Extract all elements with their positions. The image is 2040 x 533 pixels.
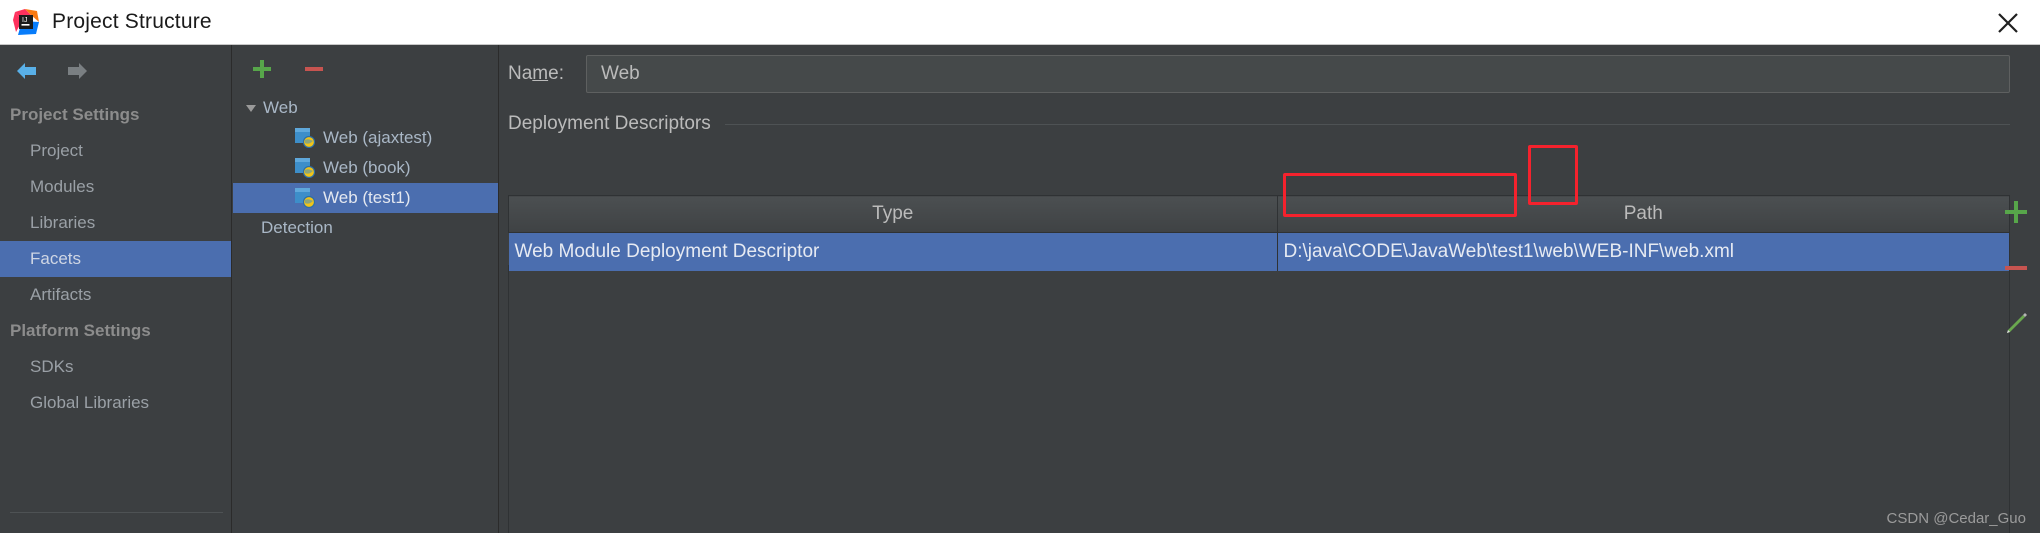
tree-row-label: Web (test1): [323, 188, 411, 207]
window-title-bar: IJ Project Structure: [0, 0, 2040, 45]
sidebar-item-facets[interactable]: Facets: [0, 241, 231, 277]
dialog-body: Project Settings Project Modules Librari…: [0, 45, 2040, 533]
cell-path-prefix: D:\java\CODE\JavaWeb\test1\: [1283, 241, 1539, 262]
watermark: CSDN @Cedar_Guo: [1886, 510, 2026, 527]
tree-row[interactable]: Web: [233, 93, 498, 123]
sidebar-nav-arrows: [0, 45, 231, 97]
window-title: Project Structure: [52, 10, 212, 33]
tree-row[interactable]: Detection: [233, 213, 498, 243]
sidebar-item-libraries[interactable]: Libraries: [0, 205, 231, 241]
add-facet-button[interactable]: [245, 52, 279, 86]
chevron-down-icon[interactable]: [239, 100, 263, 116]
sidebar-group-label: Platform Settings: [10, 321, 151, 340]
tree-row[interactable]: Web (test1): [233, 183, 498, 213]
tree-row-label: Web (book): [323, 158, 411, 177]
web-facet-icon: [295, 188, 316, 209]
section-title: Deployment Descriptors: [508, 113, 711, 134]
svg-text:IJ: IJ: [22, 17, 27, 24]
deployment-descriptors-table: Type Path Web Module Deployment Descript…: [508, 195, 2010, 271]
sidebar-item-artifacts[interactable]: Artifacts: [0, 277, 231, 313]
facets-tree-toolbar: [233, 45, 498, 93]
deployment-descriptors-section-header: Deployment Descriptors: [500, 113, 2040, 135]
sidebar-group-platform-settings: Platform Settings SDKs Global Libraries: [0, 313, 231, 421]
section-divider: [724, 123, 2010, 125]
table-header-row: Type Path: [508, 195, 2010, 233]
table-body-background: [508, 265, 2010, 533]
web-facet-icon: [295, 158, 316, 179]
deployment-descriptors-table-wrap: Type Path Web Module Deployment Descript…: [508, 195, 2010, 533]
sidebar-item-project[interactable]: Project: [0, 133, 231, 169]
sidebar-group-label: Project Settings: [10, 105, 140, 124]
tree-row-label: Detection: [261, 218, 333, 237]
name-label: Name:: [508, 63, 564, 84]
web-facet-icon: [295, 128, 316, 149]
remove-facet-button[interactable]: [297, 52, 331, 86]
sidebar-item-global-libraries[interactable]: Global Libraries: [0, 385, 231, 421]
sidebar-group-project-settings: Project Settings Project Modules Librari…: [0, 97, 231, 313]
arrow-left-icon[interactable]: [10, 56, 44, 86]
close-icon[interactable]: [1976, 0, 2040, 45]
facet-details-panel: Name: Web Deployment Descriptors Type Pa…: [500, 45, 2040, 533]
sidebar-divider: [10, 512, 223, 513]
remove-descriptor-button[interactable]: [1999, 251, 2033, 285]
descriptors-side-toolbar: [1996, 195, 2036, 341]
arrow-right-icon[interactable]: [60, 56, 94, 86]
sidebar-item-sdks[interactable]: SDKs: [0, 349, 231, 385]
settings-sidebar: Project Settings Project Modules Librari…: [0, 45, 232, 533]
add-descriptor-button[interactable]: [1999, 195, 2033, 229]
name-row: Name: Web: [500, 53, 2040, 95]
facets-tree-panel: Web Web (ajaxtest) Web (book) Web (test1…: [233, 45, 499, 533]
sidebar-item-modules[interactable]: Modules: [0, 169, 231, 205]
tree-row[interactable]: Web (book): [233, 153, 498, 183]
column-header-type[interactable]: Type: [508, 195, 1278, 233]
name-input[interactable]: Web: [586, 55, 2010, 93]
tree-row-label: Web (ajaxtest): [323, 128, 433, 147]
edit-descriptor-button[interactable]: [1999, 307, 2033, 341]
tree-row-label: Web: [263, 98, 298, 117]
column-header-path[interactable]: Path: [1276, 195, 2010, 233]
tree-row[interactable]: Web (ajaxtest): [233, 123, 498, 153]
intellij-idea-logo-icon: IJ: [12, 8, 40, 36]
cell-path-highlight: web\WEB-INF\web.xml: [1538, 241, 1735, 262]
